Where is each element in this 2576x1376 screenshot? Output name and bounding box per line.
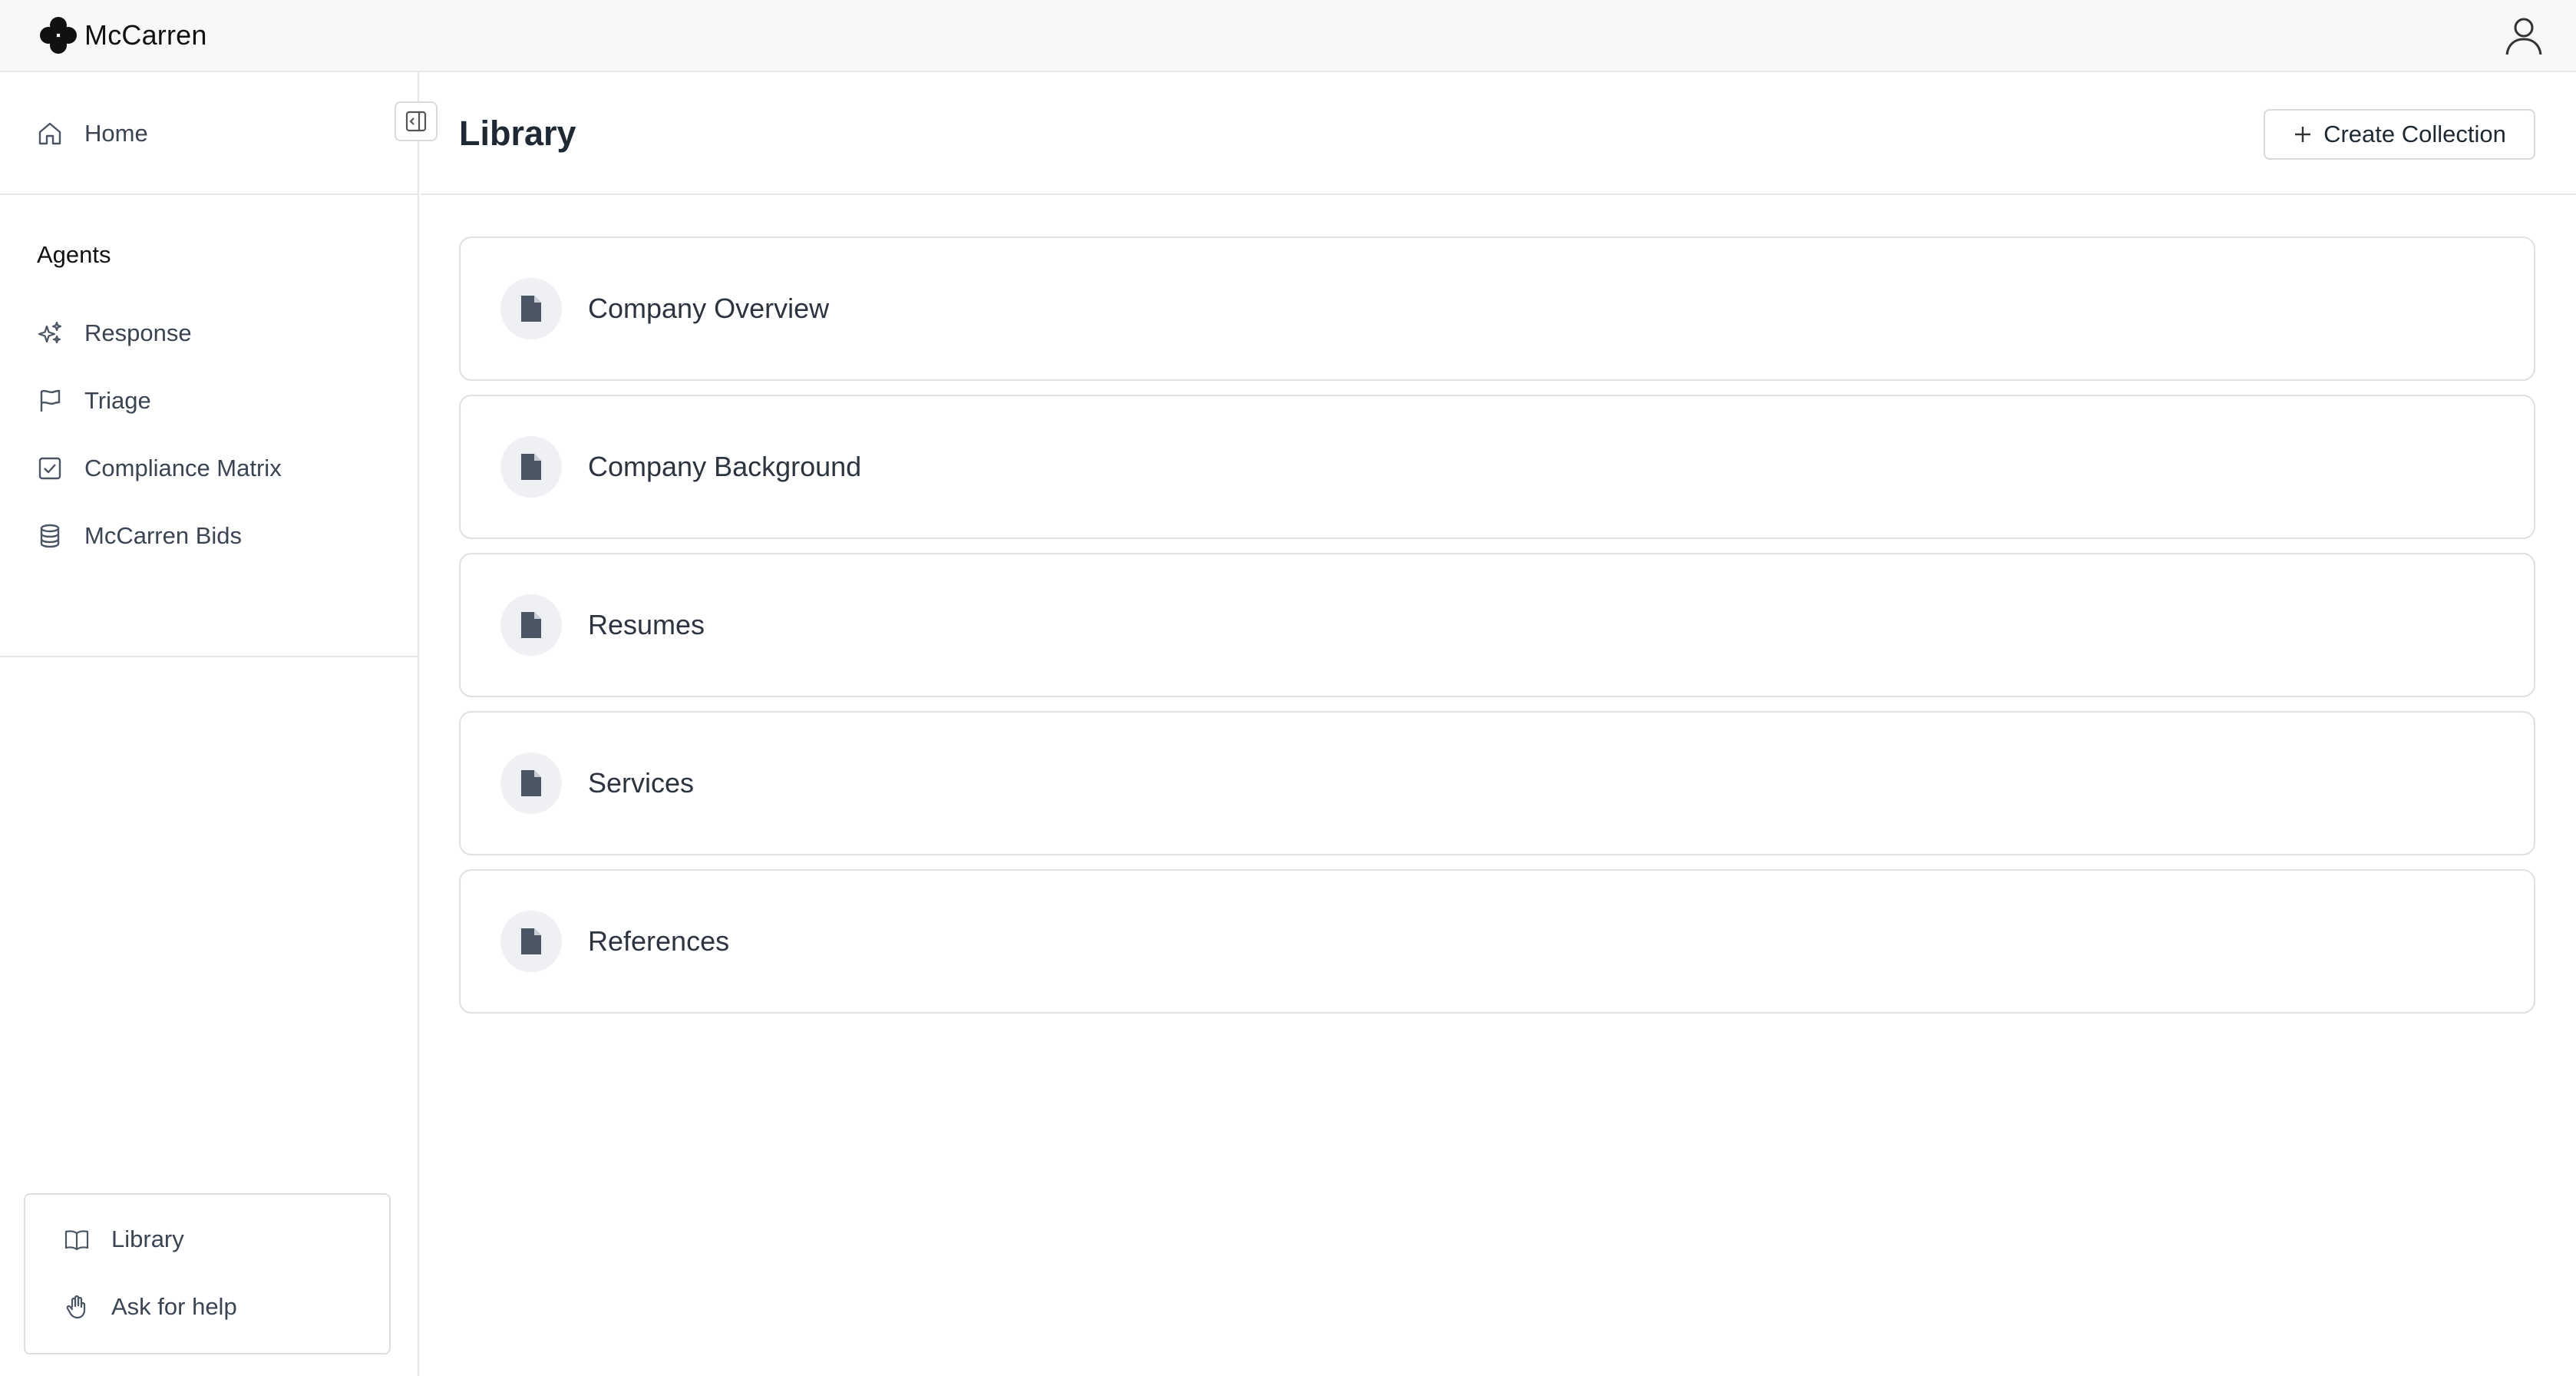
page-title: Library: [459, 114, 576, 153]
document-icon: [521, 770, 541, 796]
sidebar-item-label: Library: [111, 1226, 184, 1252]
collection-list: Company Overview Company Background Resu…: [459, 237, 2535, 1027]
sidebar-item-label: McCarren Bids: [84, 522, 242, 549]
document-icon-badge: [500, 436, 562, 498]
sidebar-item-library[interactable]: Library: [64, 1226, 184, 1253]
create-collection-label: Create Collection: [2323, 121, 2506, 147]
document-icon-badge: [500, 278, 562, 339]
create-collection-button[interactable]: Create Collection: [2264, 109, 2535, 160]
collection-card-company-background[interactable]: Company Background: [459, 395, 2535, 539]
collection-card-resumes[interactable]: Resumes: [459, 553, 2535, 697]
document-icon: [521, 454, 541, 480]
collection-name: Company Overview: [588, 293, 830, 324]
plus-icon: [2295, 127, 2311, 142]
collection-card-company-overview[interactable]: Company Overview: [459, 237, 2535, 381]
collection-name: Company Background: [588, 451, 862, 482]
user-profile-icon[interactable]: [2502, 14, 2545, 57]
main-content: Library Create Collection Company Overvi…: [421, 72, 2576, 1376]
document-icon: [521, 612, 541, 638]
document-icon-badge: [500, 752, 562, 814]
sidebar-item-compliance-matrix[interactable]: Compliance Matrix: [37, 455, 282, 482]
top-bar: McCarren: [0, 0, 2576, 72]
document-icon-badge: [500, 911, 562, 972]
sidebar-item-triage[interactable]: Triage: [37, 387, 151, 415]
brand-name: McCarren: [84, 19, 207, 51]
document-icon: [521, 296, 541, 322]
collection-name: References: [588, 925, 730, 957]
collection-name: Services: [588, 767, 695, 799]
checkbox-icon: [38, 457, 61, 480]
document-icon-badge: [500, 594, 562, 656]
sidebar-item-response[interactable]: Response: [37, 319, 192, 347]
sidebar-item-label: Compliance Matrix: [84, 455, 282, 481]
hand-icon: [66, 1295, 86, 1319]
sidebar: Home Agents Response Triage Compliance M…: [0, 72, 438, 1376]
sidebar-item-label: Triage: [84, 387, 151, 414]
sidebar-bottom-menu: Library Ask for help: [24, 1193, 391, 1354]
home-icon: [38, 122, 61, 145]
database-icon: [40, 524, 60, 548]
sidebar-item-label: Response: [84, 319, 192, 346]
agents-section: Agents Response Triage Compliance Matrix: [0, 195, 418, 657]
collection-card-services[interactable]: Services: [459, 711, 2535, 855]
sidebar-toggle-icon: [405, 111, 427, 132]
brand[interactable]: McCarren: [38, 15, 207, 55]
sidebar-item-home[interactable]: Home: [37, 120, 148, 147]
document-icon: [521, 928, 541, 954]
sidebar-item-mccarren-bids[interactable]: McCarren Bids: [37, 522, 242, 550]
book-icon: [64, 1230, 89, 1251]
home-section: Home: [0, 72, 418, 195]
agents-heading: Agents: [37, 241, 111, 268]
clover-logo-icon: [40, 17, 77, 54]
collection-card-references[interactable]: References: [459, 869, 2535, 1014]
collection-name: Resumes: [588, 609, 705, 640]
collapse-sidebar-button[interactable]: [395, 101, 438, 141]
sidebar-item-ask-for-help[interactable]: Ask for help: [64, 1293, 237, 1321]
sidebar-item-label: Home: [84, 120, 148, 147]
sidebar-item-label: Ask for help: [111, 1293, 237, 1320]
sparkles-icon: [38, 321, 62, 344]
main-header: Library Create Collection: [421, 72, 2576, 195]
flag-icon: [40, 389, 61, 412]
